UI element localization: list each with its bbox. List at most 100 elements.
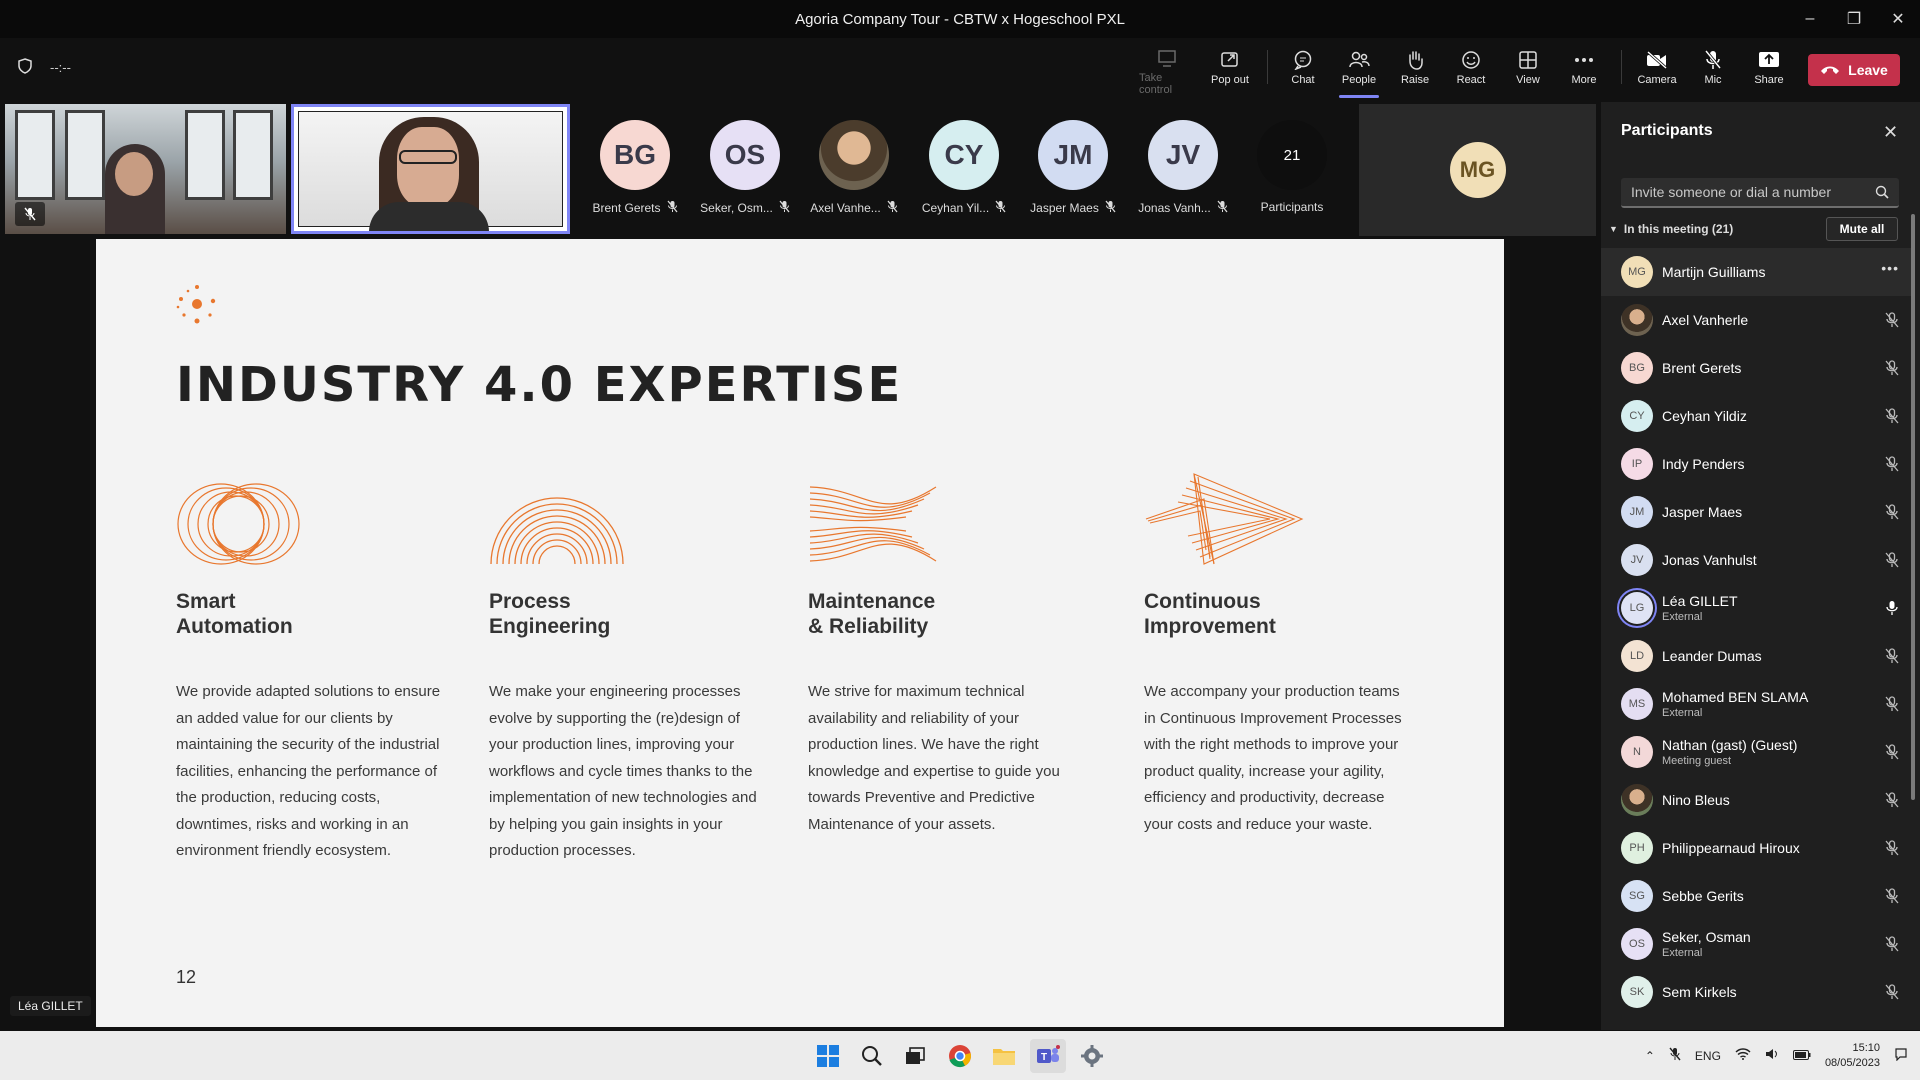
shield-icon[interactable] — [18, 58, 32, 77]
mic-off-icon — [995, 200, 1006, 216]
wifi-icon[interactable] — [1735, 1048, 1751, 1063]
teams-icon[interactable]: T — [1030, 1039, 1066, 1073]
participant-name: Léa GILLET — [1662, 593, 1738, 609]
invite-input[interactable]: Invite someone or dial a number — [1621, 178, 1899, 208]
participant-row[interactable]: JM Jasper Maes — [1601, 488, 1911, 536]
mic-off-icon — [1885, 456, 1899, 477]
participant-name: Martijn Guilliams — [1662, 264, 1766, 280]
camera-off-icon — [1646, 46, 1668, 74]
participant-row[interactable]: MG Martijn Guilliams ••• — [1601, 248, 1911, 296]
column-heading: Continuous Improvement — [1144, 590, 1276, 638]
mic-off-icon — [1217, 200, 1228, 216]
participant-tile[interactable]: JV Jonas Vanh... — [1131, 102, 1235, 236]
mic-off-icon — [887, 200, 898, 216]
video-tile-room[interactable] — [5, 104, 286, 234]
participant-tile[interactable]: BG Brent Gerets — [583, 102, 687, 236]
rings-graphic-icon — [177, 483, 300, 565]
battery-icon[interactable] — [1792, 1049, 1811, 1063]
more-button[interactable]: More — [1556, 46, 1612, 96]
participant-row[interactable]: Nino Bleus — [1601, 776, 1911, 824]
participant-name: Jonas Vanhulst — [1662, 552, 1757, 568]
mic-muted-tray-icon[interactable] — [1669, 1047, 1681, 1064]
toolbar-button-label: React — [1456, 74, 1486, 86]
language-indicator[interactable]: ENG — [1695, 1049, 1721, 1063]
participant-list: MG Martijn Guilliams ••• Axel Vanherle BG Bre… — [1601, 248, 1911, 1016]
view-icon — [1518, 46, 1538, 74]
settings-icon[interactable] — [1074, 1039, 1110, 1073]
close-panel-icon[interactable]: ✕ — [1883, 122, 1898, 143]
mic-off-icon — [667, 200, 678, 216]
camera-button[interactable]: Camera — [1629, 46, 1685, 96]
participant-row[interactable]: Axel Vanherle — [1601, 296, 1911, 344]
participant-row[interactable]: PH Philippearnaud Hiroux — [1601, 824, 1911, 872]
participant-tile[interactable]: JM Jasper Maes — [1021, 102, 1125, 236]
file-explorer-icon[interactable] — [986, 1039, 1022, 1073]
participant-row[interactable]: MS Mohamed BEN SLAMA External — [1601, 680, 1911, 728]
react-button[interactable]: React — [1443, 46, 1499, 96]
panel-title: Participants — [1621, 122, 1713, 139]
take-control-button[interactable]: Take control — [1139, 46, 1195, 96]
share-button[interactable]: Share — [1741, 46, 1797, 96]
column-heading: Smart Automation — [176, 590, 293, 638]
task-view-icon[interactable] — [897, 1039, 933, 1073]
avatar: OS — [1621, 928, 1653, 960]
participant-row[interactable]: OS Seker, Osman External — [1601, 920, 1911, 968]
participant-name: Ceyhan Yildiz — [1662, 408, 1747, 424]
avatar: JM — [1621, 496, 1653, 528]
participant-tile[interactable]: CY Ceyhan Yil... — [912, 102, 1016, 236]
participant-row[interactable]: LG Léa GILLET External — [1601, 584, 1911, 632]
participant-name: Mohamed BEN SLAMA — [1662, 689, 1809, 705]
participant-row[interactable]: SG Sebbe Gerits — [1601, 872, 1911, 920]
mute-all-button[interactable]: Mute all — [1826, 217, 1898, 241]
restore-icon[interactable]: ❐ — [1832, 0, 1876, 38]
avatar: BG — [1621, 352, 1653, 384]
chat-button[interactable]: Chat — [1275, 46, 1331, 96]
close-icon[interactable]: ✕ — [1876, 0, 1920, 38]
clock-time: 15:10 — [1852, 1041, 1880, 1054]
participants-count: 21 — [1257, 120, 1327, 190]
in-meeting-toggle[interactable]: ▼ In this meeting (21) — [1609, 222, 1733, 236]
start-icon[interactable] — [810, 1039, 846, 1073]
search-icon[interactable] — [854, 1039, 890, 1073]
chevron-up-icon[interactable]: ⌃ — [1645, 1049, 1655, 1063]
panel-scrollbar[interactable] — [1911, 214, 1915, 800]
participant-row[interactable]: N Nathan (gast) (Guest) Meeting guest — [1601, 728, 1911, 776]
more-options-icon[interactable]: ••• — [1881, 260, 1899, 276]
avatar: PH — [1621, 832, 1653, 864]
participant-row[interactable]: JV Jonas Vanhulst — [1601, 536, 1911, 584]
participants-count-tile[interactable]: 21 Participants — [1240, 102, 1344, 236]
participant-row[interactable]: IP Indy Penders — [1601, 440, 1911, 488]
participant-name: Ceyhan Yil... — [921, 201, 990, 215]
participant-row[interactable]: CY Ceyhan Yildiz — [1601, 392, 1911, 440]
mic-off-icon — [1704, 46, 1722, 74]
participant-row[interactable]: SK Sem Kirkels — [1601, 968, 1911, 1016]
avatar: MG — [1449, 142, 1506, 198]
people-button[interactable]: People — [1331, 46, 1387, 98]
mic-off-icon — [779, 200, 790, 216]
raise-button[interactable]: Raise — [1387, 46, 1443, 96]
leave-button[interactable]: Leave — [1808, 54, 1900, 86]
participant-row[interactable]: BG Brent Gerets — [1601, 344, 1911, 392]
mic-off-icon — [1885, 792, 1899, 813]
mic-off-icon — [1885, 360, 1899, 381]
participant-tile-name: Jasper Maes — [1030, 200, 1116, 216]
avatar: SG — [1621, 880, 1653, 912]
pop-out-button[interactable]: Pop out — [1202, 46, 1258, 96]
notifications-icon[interactable] — [1894, 1047, 1908, 1064]
react-icon — [1461, 46, 1481, 74]
participant-tile[interactable]: OS Seker, Osm... — [693, 102, 797, 236]
company-logo-icon — [176, 285, 216, 324]
participant-tile[interactable]: Axel Vanhe... — [802, 102, 906, 236]
view-button[interactable]: View — [1500, 46, 1556, 96]
participant-row[interactable]: LD Leander Dumas — [1601, 632, 1911, 680]
column-heading: Maintenance & Reliability — [808, 590, 936, 638]
minimize-icon[interactable]: – — [1788, 0, 1832, 38]
mic-button[interactable]: Mic — [1685, 46, 1741, 96]
video-tile-mg[interactable]: MG — [1359, 104, 1596, 236]
video-tile-presenter[interactable] — [291, 104, 570, 234]
clock[interactable]: 15:10 08/05/2023 — [1825, 1041, 1880, 1071]
participant-tile-name: Ceyhan Yil... — [922, 200, 1006, 216]
volume-icon[interactable] — [1765, 1048, 1779, 1063]
chrome-icon[interactable] — [942, 1039, 978, 1073]
shared-slide: INDUSTRY 4.0 EXPERTISE Smart Automation … — [96, 239, 1504, 1027]
